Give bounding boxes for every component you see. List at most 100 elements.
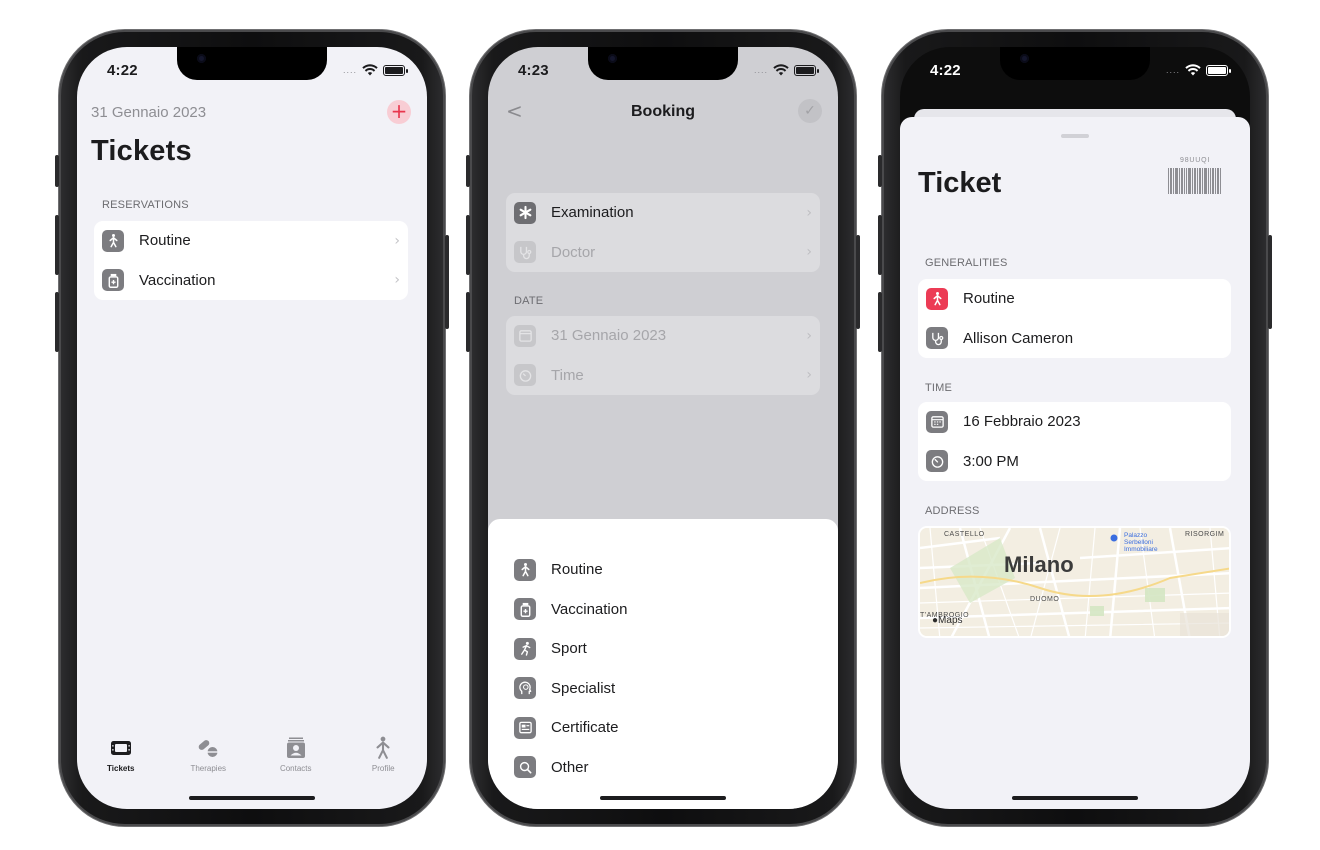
confirm-button[interactable]: ✓ bbox=[798, 99, 822, 123]
person-icon bbox=[370, 735, 396, 761]
list-item-label: Examination bbox=[551, 204, 634, 222]
home-indicator[interactable] bbox=[189, 796, 315, 800]
tab-tickets[interactable]: Tickets bbox=[86, 735, 156, 809]
status-time: 4:22 bbox=[107, 62, 138, 79]
power-button bbox=[856, 235, 860, 329]
list-item-label: 16 Febbraio 2023 bbox=[963, 413, 1081, 431]
walking-person-icon bbox=[926, 287, 948, 310]
screen: 4:23 .... < Booking ✓ Examination › Doct… bbox=[488, 47, 838, 809]
barcode-icon bbox=[1168, 168, 1228, 194]
volume-down-button bbox=[55, 292, 59, 352]
brain-head-icon bbox=[514, 677, 536, 700]
time-list: 16 Febbraio 2023 3:00 PM bbox=[918, 402, 1231, 481]
home-indicator[interactable] bbox=[1012, 796, 1138, 800]
silent-switch bbox=[878, 155, 882, 187]
signal-icon: .... bbox=[753, 65, 768, 75]
status-time: 4:22 bbox=[930, 62, 961, 79]
section-label-time: TIME bbox=[925, 382, 953, 394]
phone-ticket-detail: 4:22 .... Ticket 98UUQI GENERALITIES Rou… bbox=[878, 30, 1272, 826]
list-item-label: Vaccination bbox=[139, 271, 216, 289]
tab-label: Contacts bbox=[279, 764, 312, 773]
list-item-label: Routine bbox=[139, 232, 191, 250]
timer-icon bbox=[926, 450, 948, 473]
picker-option-certificate[interactable]: Certificate bbox=[488, 708, 838, 748]
picker-option-routine[interactable]: Routine bbox=[488, 550, 838, 590]
calendar-icon bbox=[926, 410, 948, 433]
list-item-doctor: Allison Cameron bbox=[918, 319, 1231, 359]
vaccine-bottle-icon bbox=[102, 269, 124, 292]
stethoscope-icon bbox=[514, 241, 536, 264]
chevron-right-icon: › bbox=[806, 244, 812, 261]
vaccine-bottle-icon bbox=[514, 598, 536, 621]
barcode-code: 98UUQI bbox=[1180, 157, 1211, 164]
list-item-time[interactable]: Time › bbox=[506, 356, 820, 396]
tab-profile[interactable]: Profile bbox=[348, 735, 418, 809]
phone-tickets: 4:22 .... 31 Gennaio 2023 + Tickets RESE… bbox=[55, 30, 449, 826]
list-item-label: Allison Cameron bbox=[963, 329, 1074, 347]
add-button[interactable]: + bbox=[387, 100, 411, 124]
section-label-date: DATE bbox=[514, 295, 544, 307]
list-item-routine[interactable]: Routine › bbox=[94, 221, 408, 261]
tab-label: Therapies bbox=[190, 764, 227, 773]
chevron-right-icon: › bbox=[806, 367, 812, 384]
timer-icon bbox=[514, 364, 536, 387]
battery-icon bbox=[383, 64, 408, 76]
exam-type-picker-sheet: Routine Vaccination Sport Specialist Cer… bbox=[488, 519, 838, 809]
list-item-label: 3:00 PM bbox=[963, 452, 1019, 470]
map-city-label: Milano bbox=[1004, 552, 1074, 577]
battery-icon bbox=[794, 64, 819, 76]
screen: 4:22 .... Ticket 98UUQI GENERALITIES Rou… bbox=[900, 47, 1250, 809]
map-poi-palazzo: Palazzo Serbelloni Immobiliare bbox=[1124, 532, 1158, 553]
chevron-right-icon: › bbox=[806, 327, 812, 344]
status-time: 4:23 bbox=[518, 62, 549, 79]
screen: 4:22 .... 31 Gennaio 2023 + Tickets RESE… bbox=[77, 47, 427, 809]
maps-attribution: ●Maps bbox=[932, 615, 963, 626]
stethoscope-icon bbox=[926, 327, 948, 350]
notch bbox=[1000, 47, 1150, 80]
wifi-icon bbox=[362, 64, 378, 76]
list-item-doctor[interactable]: Doctor › bbox=[506, 233, 820, 273]
pills-icon bbox=[195, 735, 221, 761]
generalities-list: Routine Allison Cameron bbox=[918, 279, 1231, 358]
volume-up-button bbox=[466, 215, 470, 275]
picker-option-label: Sport bbox=[551, 640, 587, 658]
page-title: Ticket bbox=[918, 167, 1002, 199]
picker-option-specialist[interactable]: Specialist bbox=[488, 669, 838, 709]
section-label-reservations: RESERVATIONS bbox=[102, 199, 189, 211]
silent-switch bbox=[55, 155, 59, 187]
camera-icon bbox=[608, 54, 617, 63]
power-button bbox=[1268, 235, 1272, 329]
list-item-date[interactable]: 31 Gennaio 2023 › bbox=[506, 316, 820, 356]
list-item-examination[interactable]: Examination › bbox=[506, 193, 820, 233]
chevron-right-icon: › bbox=[394, 232, 400, 249]
map-streets bbox=[920, 528, 1229, 636]
section-label-address: ADDRESS bbox=[925, 505, 980, 517]
chevron-right-icon: › bbox=[806, 204, 812, 221]
picker-option-vaccination[interactable]: Vaccination bbox=[488, 590, 838, 630]
walking-person-icon bbox=[102, 229, 124, 252]
list-item-label: Time bbox=[551, 366, 584, 384]
page-title: Tickets bbox=[91, 135, 192, 167]
signal-icon: .... bbox=[342, 65, 357, 75]
picker-option-label: Specialist bbox=[551, 679, 616, 697]
notch bbox=[588, 47, 738, 80]
ticket-sheet: Ticket 98UUQI GENERALITIES Routine Allis bbox=[900, 117, 1250, 809]
picker-option-sport[interactable]: Sport bbox=[488, 629, 838, 669]
address-map[interactable]: CASTELLO RISORGIM Palazzo Serbelloni Imm… bbox=[918, 526, 1231, 638]
volume-up-button bbox=[55, 215, 59, 275]
list-item-vaccination[interactable]: Vaccination › bbox=[94, 261, 408, 301]
ticket-icon bbox=[108, 735, 134, 761]
map-label-duomo: DUOMO bbox=[1030, 596, 1060, 603]
picker-option-label: Certificate bbox=[551, 719, 619, 737]
signal-icon: .... bbox=[1165, 65, 1180, 75]
volume-up-button bbox=[878, 215, 882, 275]
home-indicator[interactable] bbox=[600, 796, 726, 800]
list-item-date: 16 Febbraio 2023 bbox=[918, 402, 1231, 442]
battery-icon bbox=[1206, 64, 1231, 76]
wifi-icon bbox=[773, 64, 789, 76]
camera-icon bbox=[197, 54, 206, 63]
magnifier-icon bbox=[514, 756, 536, 779]
sheet-grabber[interactable] bbox=[1061, 134, 1089, 138]
certificate-icon bbox=[514, 716, 536, 739]
picker-option-other[interactable]: Other bbox=[488, 748, 838, 788]
